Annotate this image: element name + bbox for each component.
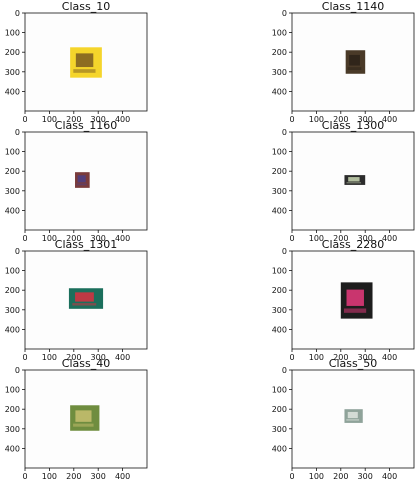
x-tick-label: 0 — [22, 353, 27, 362]
subplot-6: Class_22800 100 200 300 4000100200300400 — [272, 238, 415, 362]
y-tick-label: 300 — [5, 68, 20, 77]
thumbnail-image — [340, 282, 373, 319]
thumbnail-image — [344, 409, 363, 423]
subplot-title: Class_1301 — [55, 238, 117, 251]
y-tick-label: 0 — [282, 128, 287, 137]
y-tick-label: 200 — [272, 286, 287, 295]
x-tick-label: 400 — [115, 472, 130, 481]
y-tick-label: 400 — [272, 206, 287, 215]
x-tick-label: 400 — [382, 234, 397, 243]
y-tick-label: 300 — [272, 425, 287, 434]
x-tick-label: 300 — [91, 472, 106, 481]
y-tick-label: 200 — [5, 48, 20, 57]
subplot-8: Class_50 0 100 200 300 400 0 100 200 300 400 — [272, 357, 415, 481]
subplot-4: Class_13000 100 200 300 4000100200300400 — [272, 119, 415, 243]
subplot-title: Class_1140 — [322, 0, 384, 13]
y-tick-label: 400 — [272, 325, 287, 334]
y-tick-label: 300 — [272, 68, 287, 77]
y-tick-label: 200 — [5, 405, 20, 414]
x-tick-label: 100 — [309, 472, 324, 481]
x-tick-label: 400 — [115, 234, 130, 243]
y-tick-label: 300 — [5, 306, 20, 315]
x-tick-label: 0 — [22, 115, 27, 124]
subplot-2: Class_11400 100 200 300 4000100200300400 — [272, 0, 415, 124]
x-tick-label: 0 — [289, 234, 294, 243]
y-tick-label: 400 — [5, 206, 20, 215]
subplot-5: Class_13010 100 200 300 4000100200300400 — [5, 238, 148, 362]
y-tick-label: 100 — [5, 267, 20, 276]
thumbnail-image — [345, 50, 366, 74]
y-tick-label: 400 — [272, 444, 287, 453]
subplot-title: Class_40 — [62, 357, 110, 370]
subplot-3: Class_11600 100 200 300 4000100200300400 — [5, 119, 148, 243]
y-tick-label: 100 — [272, 148, 287, 157]
subplot-title: Class_2280 — [322, 238, 384, 251]
y-tick-label: 300 — [272, 187, 287, 196]
subplot-title: Class_1300 — [322, 119, 384, 132]
y-tick-label: 100 — [5, 29, 20, 38]
y-tick-label: 400 — [5, 444, 20, 453]
y-tick-label: 200 — [5, 167, 20, 176]
y-tick-label: 200 — [5, 286, 20, 295]
x-tick-label: 200 — [66, 472, 81, 481]
y-tick-label: 0 — [15, 247, 20, 256]
x-tick-label: 100 — [42, 472, 57, 481]
subplot-title: Class_1160 — [55, 119, 117, 132]
y-tick-label: 100 — [272, 386, 287, 395]
thumbnail-image — [75, 172, 90, 188]
x-tick-label: 0 — [22, 234, 27, 243]
y-tick-label: 200 — [272, 167, 287, 176]
y-tick-label: 400 — [5, 325, 20, 334]
y-tick-label: 200 — [272, 405, 287, 414]
x-tick-label: 0 — [289, 472, 294, 481]
x-tick-label: 400 — [382, 353, 397, 362]
y-tick-label: 100 — [5, 386, 20, 395]
y-tick-label: 300 — [5, 425, 20, 434]
x-tick-label: 300 — [358, 472, 373, 481]
y-tick-label: 400 — [5, 87, 20, 96]
y-tick-label: 100 — [5, 148, 20, 157]
x-tick-label: 400 — [115, 353, 130, 362]
x-tick-label: 400 — [115, 115, 130, 124]
x-tick-label: 0 — [22, 472, 27, 481]
y-tick-label: 100 — [272, 267, 287, 276]
y-tick-label: 400 — [272, 87, 287, 96]
x-tick-label: 200 — [333, 472, 348, 481]
thumbnail-image — [70, 47, 102, 78]
y-tick-label: 0 — [282, 247, 287, 256]
y-tick-label: 0 — [282, 9, 287, 18]
subplot-7: Class_40 0 100 200 300 400 0 100 200 300 400 — [5, 357, 148, 481]
subplot-1: Class_100 100 200 300 4000100200300400 — [5, 0, 148, 124]
y-tick-label: 200 — [272, 48, 287, 57]
figure: Class_100 100 200 300 4000100200300400Class_… — [5, 0, 415, 481]
y-tick-label: 100 — [272, 29, 287, 38]
x-tick-label: 100 — [309, 353, 324, 362]
y-tick-label: 0 — [15, 366, 20, 375]
thumbnail-image — [68, 288, 104, 309]
y-tick-label: 300 — [5, 187, 20, 196]
thumbnail-image — [70, 405, 100, 431]
thumbnail-image — [344, 175, 366, 185]
y-tick-label: 0 — [15, 128, 20, 137]
x-tick-label: 0 — [289, 353, 294, 362]
y-tick-label: 0 — [282, 366, 287, 375]
subplot-title: Class_50 — [329, 357, 377, 370]
x-tick-label: 400 — [382, 472, 397, 481]
x-tick-label: 400 — [382, 115, 397, 124]
y-tick-label: 300 — [272, 306, 287, 315]
subplot-title: Class_10 — [62, 0, 110, 13]
y-tick-label: 0 — [15, 9, 20, 18]
x-tick-label: 100 — [42, 353, 57, 362]
x-tick-label: 0 — [289, 115, 294, 124]
